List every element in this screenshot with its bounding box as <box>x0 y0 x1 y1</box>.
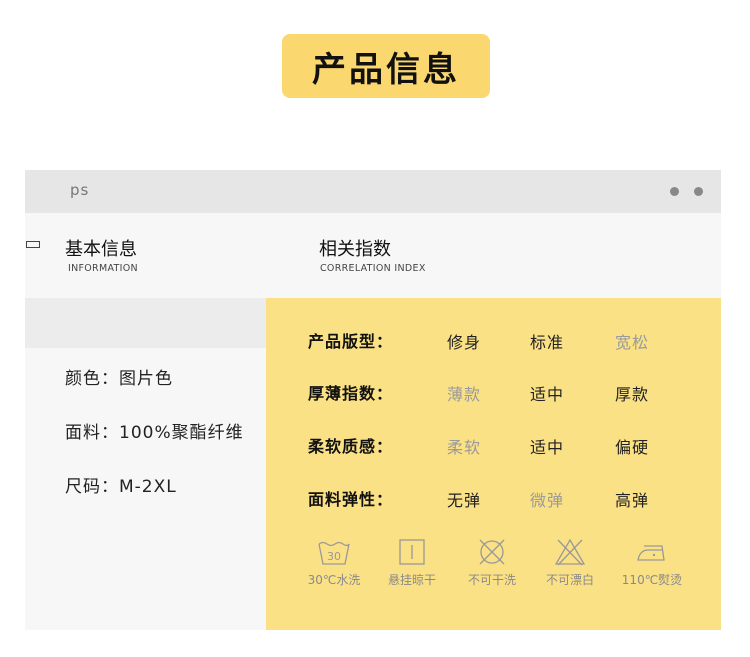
basic-info-list: 颜色：图片色 面料：100%聚酯纤维 尺码：M-2XL <box>25 348 266 630</box>
option-medium: 适中 <box>530 385 565 404</box>
care-label-iron: 110℃熨烫 <box>621 573 683 587</box>
page-title-badge: 产品信息 <box>282 34 490 98</box>
basic-info-header-band <box>25 298 266 348</box>
window-dot-icon <box>670 187 679 196</box>
care-item-no-bleach: 不可漂白 <box>530 538 610 588</box>
section-marker-icon <box>26 241 40 248</box>
product-info-panel: ps 基本信息 INFORMATION 相关指数 CORRELATION IND… <box>25 170 721 630</box>
row-label-thickness: 厚薄指数： <box>308 384 394 403</box>
window-title-bar: ps <box>25 170 721 213</box>
row-label-elasticity: 面料弹性： <box>308 490 394 509</box>
option-thick: 厚款 <box>615 385 650 404</box>
correlation-index-title: 相关指数 <box>319 239 391 260</box>
option-high-stretch: 高弹 <box>615 491 650 510</box>
care-item-iron: 110℃熨烫 <box>612 538 692 588</box>
option-no-stretch: 无弹 <box>447 491 482 510</box>
option-loose: 宽松 <box>615 333 650 352</box>
care-label-no-dry-clean: 不可干洗 <box>467 573 516 587</box>
window-tab-label: ps <box>70 181 90 199</box>
wash-30-icon: 30 <box>318 541 350 565</box>
option-standard: 标准 <box>530 333 565 352</box>
basic-info-size: 尺码：M-2XL <box>65 477 177 497</box>
correlation-index-table: 产品版型： 修身 标准 宽松 厚薄指数： 薄款 适中 厚款 柔软质感： 柔软 适… <box>266 298 721 630</box>
row-label-softness: 柔软质感： <box>308 437 394 456</box>
row-label-fit: 产品版型： <box>308 332 394 351</box>
option-soft: 柔软 <box>447 438 482 457</box>
basic-info-subtitle: INFORMATION <box>68 263 138 274</box>
wash-temp-text: 30 <box>327 550 341 563</box>
option-thin: 薄款 <box>447 385 482 404</box>
option-slight-stretch: 微弹 <box>530 491 565 510</box>
section-header-row: 基本信息 INFORMATION 相关指数 CORRELATION INDEX <box>25 213 721 298</box>
care-label-no-bleach: 不可漂白 <box>545 573 594 587</box>
care-item-no-dry-clean: 不可干洗 <box>452 538 532 588</box>
option-moderate: 适中 <box>530 438 565 457</box>
basic-info-fabric: 面料：100%聚酯纤维 <box>65 423 244 443</box>
no-dry-clean-icon <box>479 539 505 565</box>
hang-dry-icon <box>399 539 425 565</box>
correlation-index-subtitle: CORRELATION INDEX <box>320 263 426 274</box>
option-stiff: 偏硬 <box>615 438 650 457</box>
basic-info-color: 颜色：图片色 <box>65 369 173 389</box>
iron-110-icon <box>637 545 665 561</box>
basic-info-title: 基本信息 <box>65 239 137 260</box>
care-item-wash: 30 30℃水洗 <box>294 538 374 588</box>
window-dot-icon <box>694 187 703 196</box>
no-bleach-icon <box>554 538 586 566</box>
page-title: 产品信息 <box>312 49 460 90</box>
care-label-wash: 30℃水洗 <box>307 573 361 587</box>
care-item-hang-dry: 悬挂晾干 <box>372 538 452 588</box>
care-label-hang-dry: 悬挂晾干 <box>387 573 436 587</box>
option-slim: 修身 <box>447 333 482 352</box>
